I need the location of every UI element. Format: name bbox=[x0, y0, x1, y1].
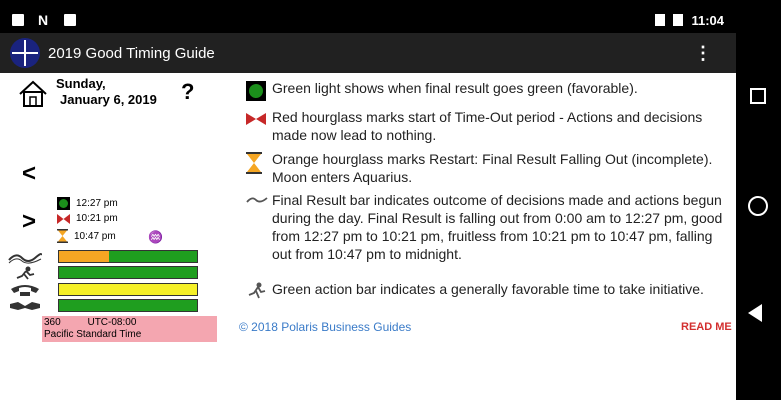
battery-icon bbox=[673, 14, 684, 26]
negotiation-bar bbox=[58, 299, 198, 312]
date-weekday: Sunday, bbox=[56, 76, 106, 91]
notification-icon bbox=[64, 14, 76, 26]
green-light-legend: 12:27 pm bbox=[57, 197, 118, 210]
explanation-orange-hourglass: Orange hourglass marks Restart: Final Re… bbox=[246, 150, 716, 186]
status-right: 11:04 bbox=[655, 13, 724, 28]
red-hourglass-icon bbox=[57, 213, 70, 224]
final-result-segment-good bbox=[108, 251, 197, 262]
status-time: 11:04 bbox=[691, 12, 724, 28]
main-content: Sunday, January 6, 2019 ? < > 12:27 pm 1… bbox=[0, 73, 736, 400]
device-screen: N 11:04 2019 Good Timing Guide ⋮ Sunday,… bbox=[0, 0, 781, 400]
explanation-red-hourglass: Red hourglass marks start of Time-Out pe… bbox=[246, 108, 716, 144]
home-icon[interactable] bbox=[18, 80, 48, 108]
aquarius-icon: ♒ bbox=[148, 230, 163, 244]
n-notification-icon: N bbox=[38, 12, 49, 28]
timezone-utc: UTC-08:00 bbox=[87, 317, 137, 328]
explanation-text: Final Result bar indicates outcome of de… bbox=[272, 192, 723, 262]
communication-bar bbox=[58, 283, 198, 296]
date-full: January 6, 2019 bbox=[60, 92, 157, 107]
orange-hourglass-icon bbox=[57, 229, 68, 243]
final-result-icon bbox=[8, 253, 42, 264]
next-day-button[interactable]: > bbox=[22, 208, 36, 236]
app-title: 2019 Good Timing Guide bbox=[48, 44, 215, 62]
previous-day-button[interactable]: < bbox=[22, 160, 36, 188]
recents-button[interactable] bbox=[750, 88, 766, 104]
back-button[interactable] bbox=[748, 304, 762, 322]
handshake-icon bbox=[10, 302, 40, 310]
timezone-offset-line: 360 UTC-08:00 bbox=[44, 317, 215, 329]
green-light-time: 12:27 pm bbox=[76, 198, 118, 209]
green-light-icon bbox=[57, 197, 70, 210]
explanation-text: Green light shows when final result goes… bbox=[272, 80, 638, 96]
final-result-segment-falling-out bbox=[59, 251, 109, 262]
explanation-text: Orange hourglass marks Restart: Final Re… bbox=[272, 151, 713, 185]
explanation-text: Red hourglass marks start of Time-Out pe… bbox=[272, 109, 703, 143]
app-bar: 2019 Good Timing Guide ⋮ bbox=[0, 33, 736, 73]
timezone-name: Pacific Standard Time bbox=[44, 329, 142, 340]
red-hourglass-legend: 10:21 pm bbox=[57, 213, 118, 224]
red-hourglass-icon bbox=[246, 113, 266, 125]
action-runner-icon bbox=[248, 282, 266, 299]
final-result-icon bbox=[246, 197, 268, 203]
read-me-button[interactable]: READ ME bbox=[681, 321, 732, 333]
explanation-final-result: Final Result bar indicates outcome of de… bbox=[246, 191, 730, 263]
explanation-green-light: Green light shows when final result goes… bbox=[246, 79, 716, 101]
notification-icons: N bbox=[12, 12, 76, 28]
notification-icon bbox=[12, 14, 24, 26]
orange-hourglass-icon bbox=[246, 152, 262, 174]
action-bar bbox=[58, 266, 198, 279]
copyright-link[interactable]: © 2018 Polaris Business Guides bbox=[239, 320, 411, 334]
final-result-bar bbox=[58, 250, 198, 263]
help-button[interactable]: ? bbox=[181, 79, 194, 105]
green-light-icon bbox=[246, 81, 266, 101]
explanation-text: Green action bar indicates a generally f… bbox=[272, 281, 704, 297]
orange-hourglass-legend: 10:47 pm bbox=[57, 229, 116, 243]
timezone-box[interactable]: 360 UTC-08:00 Pacific Standard Time bbox=[42, 316, 217, 342]
compass-logo-icon bbox=[10, 38, 40, 68]
explanation-action-bar: Green action bar indicates a generally f… bbox=[246, 280, 716, 299]
telephone-icon bbox=[11, 285, 39, 296]
more-vert-icon[interactable]: ⋮ bbox=[694, 44, 712, 62]
red-hourglass-time: 10:21 pm bbox=[76, 213, 118, 224]
orange-hourglass-time: 10:47 pm bbox=[74, 230, 116, 242]
signal-icon bbox=[655, 14, 666, 26]
timezone-offset: 360 bbox=[44, 317, 61, 328]
action-runner-icon bbox=[16, 266, 35, 280]
home-button[interactable] bbox=[748, 196, 768, 216]
